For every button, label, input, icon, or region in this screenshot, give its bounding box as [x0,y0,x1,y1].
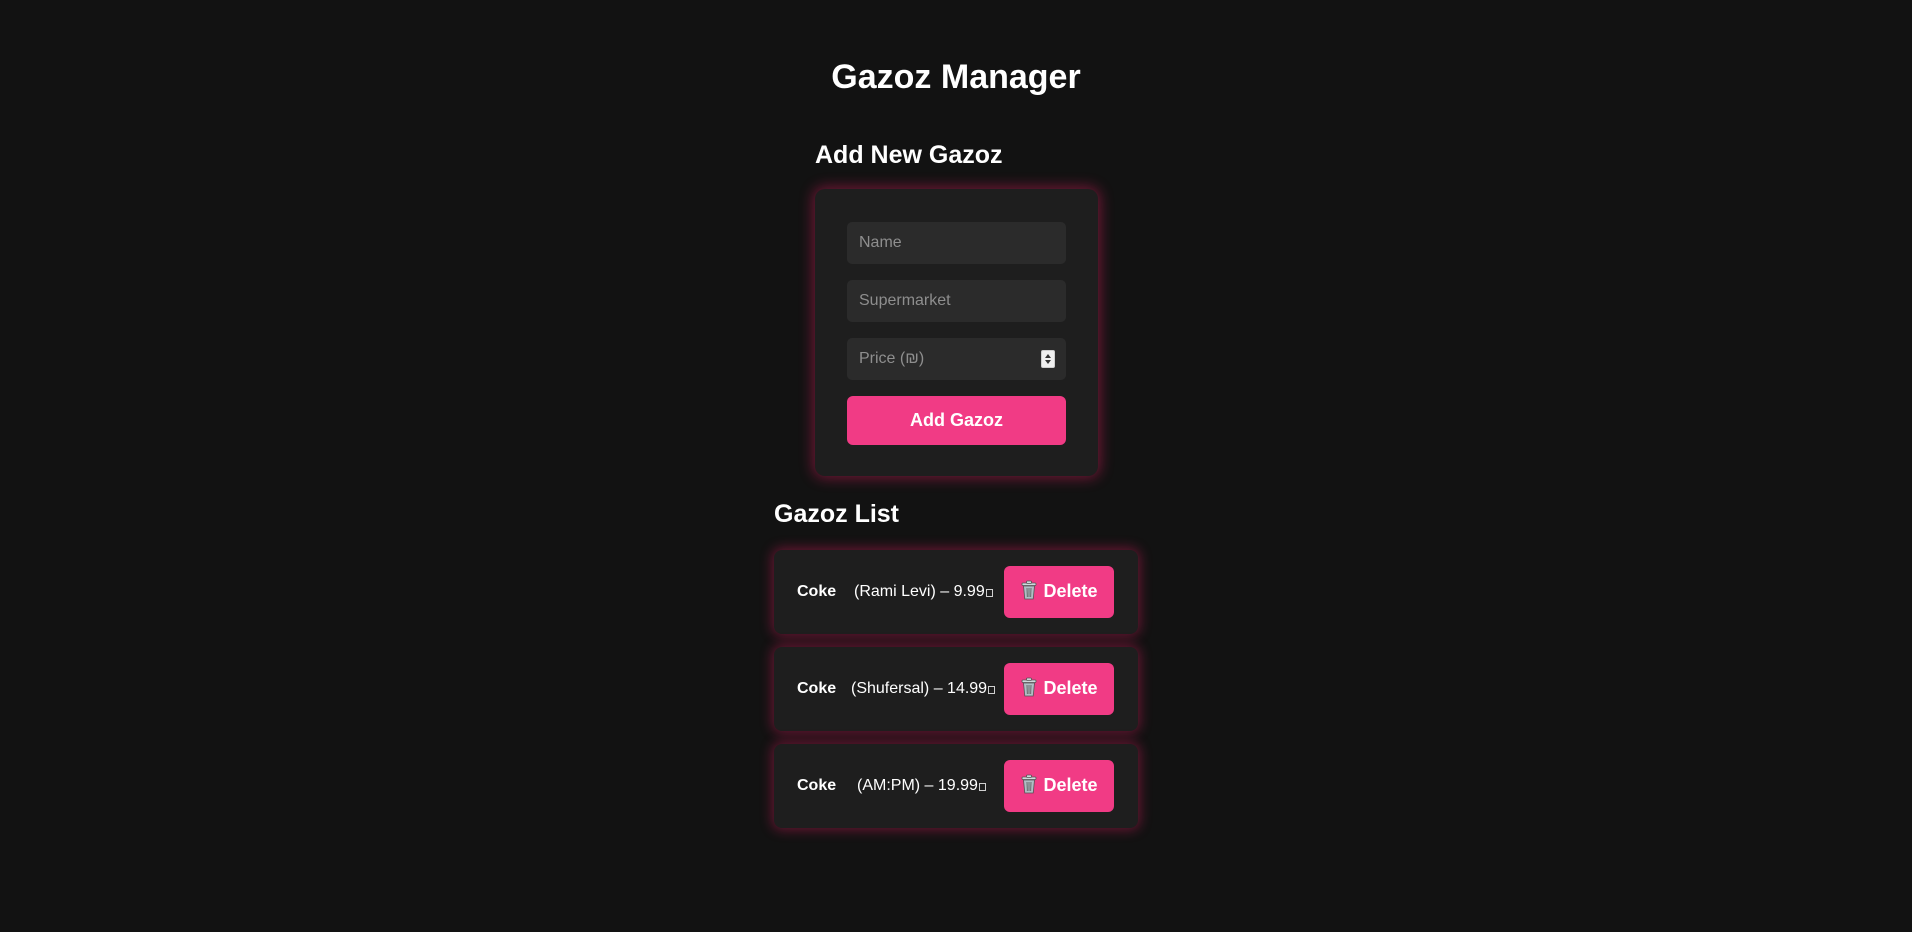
item-name: Coke [797,680,837,697]
item-detail-text: (Rami Levi) – 9.99 [854,583,985,600]
page-title: Gazoz Manager [831,58,1081,96]
delete-button[interactable]: Delete [1004,566,1114,618]
item-detail: (Shufersal) – 14.99 [851,647,996,731]
spinner-up-icon[interactable] [1045,354,1051,358]
trash-icon [1020,677,1038,702]
list-item: Coke (AM:PM) – 19.99 Delete [774,744,1138,828]
item-name: Coke [797,583,837,600]
item-detail-text: (Shufersal) – 14.99 [851,680,988,697]
app-root: Gazoz Manager Add New Gazoz Add Gazoz Ga… [0,0,1912,932]
item-detail: (Rami Levi) – 9.99 [854,550,993,634]
delete-button[interactable]: Delete [1004,663,1114,715]
item-detail: (AM:PM) – 19.99 [857,744,986,828]
delete-button[interactable]: Delete [1004,760,1114,812]
currency-glyph-icon [985,589,993,597]
delete-label: Delete [1043,677,1098,698]
price-spinner[interactable] [1041,350,1055,368]
delete-label: Delete [1043,580,1098,601]
currency-glyph-icon [978,783,986,791]
trash-icon [1020,774,1038,799]
add-gazoz-button[interactable]: Add Gazoz [847,396,1066,445]
delete-label: Delete [1043,774,1098,795]
spinner-down-icon[interactable] [1045,360,1051,364]
item-detail-text: (AM:PM) – 19.99 [857,777,978,794]
item-name: Coke [797,777,837,794]
add-gazoz-form: Add Gazoz [815,189,1098,476]
list-item: Coke (Rami Levi) – 9.99 Delete [774,550,1138,634]
trash-icon [1020,580,1038,605]
name-input[interactable] [847,222,1066,264]
currency-glyph-icon [988,686,996,694]
supermarket-input[interactable] [847,280,1066,322]
list-item: Coke (Shufersal) – 14.99 Delete [774,647,1138,731]
add-form-title: Add New Gazoz [815,141,1003,169]
price-input[interactable] [847,338,1066,380]
list-title: Gazoz List [774,500,900,528]
